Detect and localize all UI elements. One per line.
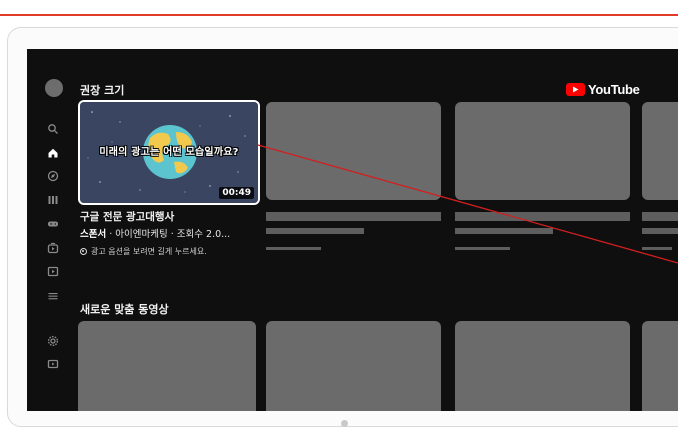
video-thumbnail-placeholder[interactable] bbox=[266, 321, 441, 411]
title-placeholder-bar bbox=[455, 212, 630, 221]
video-duration: 00:49 bbox=[219, 187, 254, 199]
menu-icon[interactable] bbox=[47, 290, 59, 302]
gaming-icon[interactable] bbox=[47, 218, 59, 230]
featured-ad-thumbnail[interactable]: 미래의 광고는 어떤 모습일까요? 00:49 bbox=[78, 100, 260, 205]
subscriptions-icon[interactable] bbox=[47, 265, 59, 277]
section-title-new-for-you: 새로운 맞춤 동영상 bbox=[80, 303, 169, 316]
tv-icon[interactable] bbox=[47, 358, 59, 370]
sponsor-meta: · 아이엔마케팅 · 조회수 2.0... bbox=[106, 229, 231, 240]
ad-options-hint-text: 광고 옵션을 보려면 길게 누르세요. bbox=[91, 247, 207, 256]
youtube-play-icon bbox=[566, 83, 585, 96]
top-accent-rule bbox=[0, 14, 678, 16]
ad-sponsor-line: 스폰서 · 아이엔마케팅 · 조회수 2.0... bbox=[80, 226, 258, 240]
video-thumbnail-placeholder[interactable] bbox=[455, 321, 630, 411]
video-thumbnail-placeholder[interactable] bbox=[642, 102, 678, 200]
video-thumbnail-placeholder[interactable] bbox=[266, 102, 441, 200]
subtitle-placeholder-bar bbox=[266, 228, 364, 234]
title-placeholder-bar bbox=[266, 212, 441, 221]
video-thumbnail-placeholder[interactable] bbox=[78, 321, 256, 411]
ad-options-hint: 광고 옵션을 보려면 길게 누르세요. bbox=[80, 246, 207, 257]
library-icon[interactable] bbox=[47, 194, 59, 206]
avatar[interactable] bbox=[45, 79, 63, 97]
subtitle-placeholder-bar bbox=[642, 228, 678, 234]
youtube-tv-screen: 권장 크기 YouTube 미래의 광고는 어떤 모습일까요? 00:49 구글… bbox=[27, 49, 678, 411]
thumbnail-title: 미래의 광고는 어떤 모습일까요? bbox=[99, 147, 239, 158]
subtitle-placeholder-bar bbox=[455, 228, 553, 234]
ad-channel-title: 구글 전문 광고대행사 bbox=[80, 211, 175, 223]
sponsor-label: 스폰서 bbox=[80, 229, 107, 240]
home-icon[interactable] bbox=[47, 147, 59, 159]
page-indicator-dot bbox=[341, 420, 348, 427]
ad-options-icon bbox=[80, 248, 87, 255]
meta-placeholder-bar bbox=[642, 247, 672, 250]
search-icon[interactable] bbox=[47, 123, 59, 135]
youtube-wordmark: YouTube bbox=[588, 82, 640, 97]
meta-placeholder-bar bbox=[455, 247, 510, 250]
section-title-recommended: 권장 크기 bbox=[80, 84, 125, 97]
video-thumbnail-placeholder[interactable] bbox=[642, 321, 678, 411]
meta-placeholder-bar bbox=[266, 247, 321, 250]
kids-icon[interactable] bbox=[47, 242, 59, 254]
youtube-logo: YouTube bbox=[566, 82, 640, 97]
settings-icon[interactable] bbox=[47, 335, 59, 347]
explore-icon[interactable] bbox=[47, 170, 59, 182]
video-thumbnail-placeholder[interactable] bbox=[455, 102, 630, 200]
title-placeholder-bar bbox=[642, 212, 678, 221]
